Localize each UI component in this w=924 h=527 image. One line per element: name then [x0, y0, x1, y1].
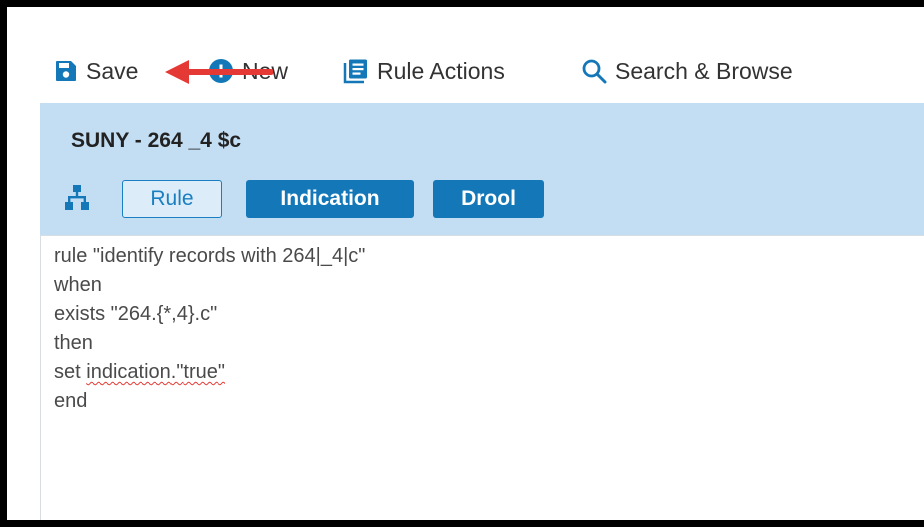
tab-rule[interactable]: Rule [122, 180, 222, 218]
code-line-4: then [54, 332, 93, 354]
new-button[interactable]: New [208, 51, 288, 91]
new-label: New [242, 57, 289, 84]
search-icon [581, 58, 607, 84]
app-frame: Save New Rule Actions Search & Browse SU… [7, 7, 924, 520]
code-line-1: rule "identify records with 264|_4|c" [54, 245, 366, 267]
toolbar: Save New Rule Actions Search & Browse [7, 51, 924, 91]
rule-actions-label: Rule Actions [377, 57, 505, 84]
hierarchy-icon[interactable] [65, 185, 89, 211]
rule-header-panel: SUNY - 264 _4 $c Rule Indication Drool [40, 103, 924, 235]
tab-indication[interactable]: Indication [246, 180, 414, 218]
code-text: set [54, 361, 87, 383]
code-line-2: when [54, 274, 102, 296]
search-browse-button[interactable]: Search & Browse [581, 51, 793, 91]
misspelled-word: indication [86, 361, 171, 383]
code-line-3: exists "264.{*,4}.c" [54, 303, 218, 325]
save-icon [54, 59, 78, 83]
plus-circle-icon [208, 58, 234, 84]
search-browse-label: Search & Browse [615, 57, 793, 84]
misspelled-word: true [183, 361, 218, 383]
code-editor[interactable]: rule "identify records with 264|_4|c" wh… [40, 235, 924, 520]
code-text: " [217, 361, 225, 383]
rule-title: SUNY - 264 _4 $c [71, 129, 242, 152]
tab-drool[interactable]: Drool [433, 180, 544, 218]
code-line-5: set indication."true" [54, 361, 225, 384]
code-line-6: end [54, 390, 88, 412]
list-document-icon [343, 58, 369, 84]
save-button[interactable]: Save [54, 51, 138, 91]
rule-actions-button[interactable]: Rule Actions [343, 51, 505, 91]
save-label: Save [86, 57, 139, 84]
code-text: ." [170, 361, 184, 383]
